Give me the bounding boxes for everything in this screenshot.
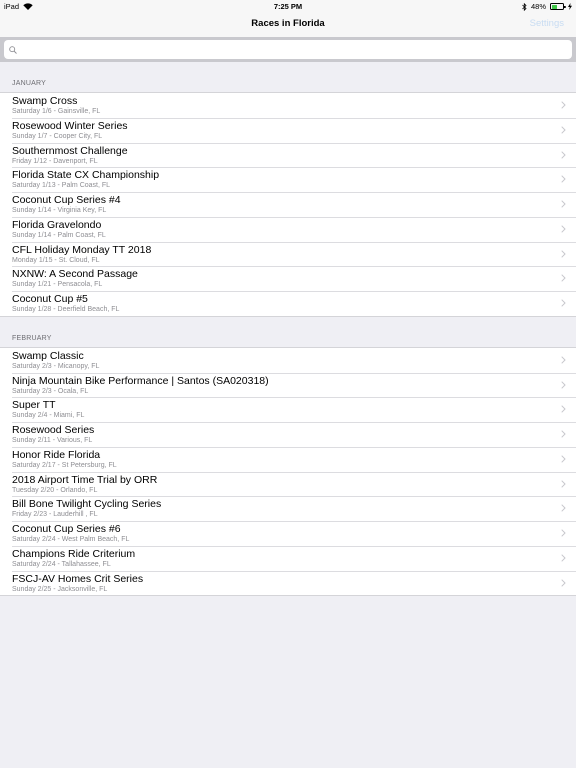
race-row[interactable]: Bill Bone Twilight Cycling Series Friday … bbox=[0, 496, 576, 521]
search-bar bbox=[0, 37, 576, 62]
race-row[interactable]: Coconut Cup Series #6 Saturday 2/24 - Wes… bbox=[0, 521, 576, 546]
race-detail: Saturday 1/13 - Palm Coast, FL bbox=[12, 182, 111, 190]
chevron-right-icon bbox=[561, 274, 566, 282]
race-row[interactable]: Ninja Mountain Bike Performance | Santos… bbox=[0, 372, 576, 398]
race-row[interactable]: Rosewood Winter Series Sunday 1/7 - Coope… bbox=[0, 117, 576, 143]
charging-icon bbox=[568, 3, 572, 10]
section-header-february: FEBRUARY bbox=[12, 334, 52, 342]
chevron-right-icon bbox=[561, 150, 566, 159]
race-detail: Saturday 2/3 - Ocala, FL bbox=[12, 387, 89, 395]
race-detail: Sunday 2/4 - Miami, FL bbox=[12, 412, 85, 420]
chevron-right-icon bbox=[561, 529, 566, 537]
race-detail: Sunday 1/14 - Virginia Key, FL bbox=[12, 207, 107, 214]
navigation-bar: Races in Florida Settings bbox=[0, 12, 576, 37]
chevron-right-icon bbox=[561, 554, 566, 562]
status-right: 48% bbox=[522, 2, 572, 11]
race-row[interactable]: Coconut Cup #5 Sunday 1/28 - Deerfield Be… bbox=[0, 291, 576, 316]
chevron-right-icon bbox=[561, 455, 566, 463]
race-row[interactable]: Southernmost Challenge Friday 1/12 - Dave… bbox=[0, 142, 576, 168]
chevron-right-icon bbox=[561, 200, 566, 208]
race-row[interactable]: Super TT Sunday 2/4 - Miami, FL bbox=[0, 397, 576, 422]
bluetooth-icon bbox=[522, 2, 527, 11]
race-name: Florida Gravelondo bbox=[12, 218, 102, 231]
race-list: JANUARY Swamp Cross Saturday 1/6 - Gainsv… bbox=[0, 62, 576, 597]
race-name: CFL Holiday Monday TT 2018 bbox=[12, 243, 152, 256]
race-detail: Saturday 2/17 - St Petersburg, FL bbox=[12, 461, 117, 469]
race-name: FSCJ-AV Homes Crit Series bbox=[12, 572, 144, 585]
chevron-right-icon bbox=[561, 249, 566, 258]
race-detail: Saturday 2/24 - West Palm Beach, FL bbox=[12, 536, 130, 543]
race-row[interactable]: NXNW: A Second Passage Sunday 1/21 - Pens… bbox=[0, 266, 576, 291]
battery-icon bbox=[550, 3, 566, 10]
race-row[interactable]: Champions Ride Criterium Saturday 2/24 - … bbox=[0, 545, 576, 571]
section-february: Swamp Classic Saturday 2/3 - Micanopy, FL… bbox=[0, 346, 576, 597]
race-detail: Saturday 2/3 - Micanopy, FL bbox=[12, 362, 100, 370]
race-row[interactable]: Florida Gravelondo Sunday 1/14 - Palm Coa… bbox=[0, 216, 576, 242]
battery-level-fill bbox=[551, 4, 557, 9]
search-input[interactable] bbox=[21, 44, 572, 55]
race-detail: Saturday 1/6 - Gainsville, FL bbox=[12, 108, 101, 115]
chevron-right-icon bbox=[561, 479, 566, 488]
chevron-right-icon bbox=[561, 405, 566, 413]
race-name: Rosewood Winter Series bbox=[12, 119, 128, 132]
race-row[interactable]: Rosewood Series Sunday 2/11 - Various, FL bbox=[0, 422, 576, 447]
race-name: 2018 Airport Time Trial by ORR bbox=[12, 473, 158, 486]
race-name: Bill Bone Twilight Cycling Series bbox=[12, 498, 162, 511]
chevron-right-icon bbox=[561, 356, 566, 364]
race-detail: Sunday 1/14 - Palm Coast, FL bbox=[12, 231, 106, 239]
race-name: Florida State CX Championship bbox=[12, 169, 160, 182]
race-detail: Friday 2/23 - Lauderhill , FL bbox=[12, 511, 98, 519]
race-name: Rosewood Series bbox=[12, 424, 95, 436]
race-detail: Friday 1/12 - Davenport, FL bbox=[12, 157, 98, 165]
race-row[interactable]: 2018 Airport Time Trial by ORR Tuesday 2/… bbox=[0, 471, 576, 497]
race-row[interactable]: Coconut Cup Series #4 Sunday 1/14 - Virgi… bbox=[0, 192, 576, 217]
chevron-right-icon bbox=[561, 126, 566, 134]
settings-button[interactable]: Settings bbox=[530, 18, 564, 29]
section-january: Swamp Cross Saturday 1/6 - Gainsville, FL… bbox=[0, 92, 576, 317]
status-bar: iPad 7:25 PM 48% bbox=[0, 0, 576, 12]
chevron-right-icon bbox=[561, 578, 566, 587]
chevron-right-icon bbox=[561, 430, 566, 438]
page-title: Races in Florida bbox=[251, 18, 325, 29]
race-row[interactable]: Honor Ride Florida Saturday 2/17 - St Pet… bbox=[0, 446, 576, 472]
race-name: Swamp Cross bbox=[12, 95, 78, 107]
search-icon bbox=[9, 41, 17, 59]
battery-percent: 48% bbox=[530, 2, 546, 11]
race-name: Coconut Cup #5 bbox=[12, 293, 88, 305]
race-detail: Tuesday 2/20 - Orlando, FL bbox=[12, 486, 98, 494]
race-name: Ninja Mountain Bike Performance | Santos… bbox=[12, 374, 269, 387]
race-detail: Sunday 1/7 - Cooper City, FL bbox=[12, 132, 103, 140]
race-detail: Sunday 1/21 - Pensacola, FL bbox=[12, 281, 103, 289]
chevron-right-icon bbox=[561, 101, 566, 109]
chevron-right-icon bbox=[561, 225, 566, 233]
race-name: NXNW: A Second Passage bbox=[12, 268, 138, 281]
race-row[interactable]: CFL Holiday Monday TT 2018 Monday 1/15 - … bbox=[0, 241, 576, 267]
race-detail: Sunday 2/25 - Jacksonville, FL bbox=[12, 585, 108, 593]
chevron-right-icon bbox=[561, 299, 566, 307]
race-detail: Saturday 2/24 - Tallahassee, FL bbox=[12, 560, 111, 568]
race-detail: Sunday 1/28 - Deerfield Beach, FL bbox=[12, 306, 120, 313]
race-name: Super TT bbox=[12, 399, 56, 412]
race-row[interactable]: Swamp Cross Saturday 1/6 - Gainsville, FL bbox=[0, 93, 576, 118]
race-name: Swamp Classic bbox=[12, 349, 84, 362]
chevron-right-icon bbox=[561, 175, 566, 183]
chevron-right-icon bbox=[561, 380, 566, 389]
clock: 7:25 PM bbox=[273, 2, 303, 11]
race-row[interactable]: Florida State CX Championship Saturday 1/… bbox=[0, 167, 576, 192]
race-name: Honor Ride Florida bbox=[12, 448, 101, 461]
chevron-right-icon bbox=[561, 504, 566, 512]
race-name: Champions Ride Criterium bbox=[12, 547, 136, 560]
race-name: Coconut Cup Series #4 bbox=[12, 194, 121, 206]
race-detail: Sunday 2/11 - Various, FL bbox=[12, 437, 93, 444]
race-row[interactable]: Swamp Classic Saturday 2/3 - Micanopy, FL bbox=[0, 348, 576, 373]
search-field[interactable] bbox=[4, 40, 572, 59]
race-name: Coconut Cup Series #6 bbox=[12, 523, 121, 535]
race-name: Southernmost Challenge bbox=[12, 144, 128, 157]
race-row[interactable]: FSCJ-AV Homes Crit Series Sunday 2/25 - J… bbox=[0, 570, 576, 596]
race-detail: Monday 1/15 - St. Cloud, FL bbox=[12, 256, 100, 264]
section-header-january: JANUARY bbox=[12, 80, 46, 87]
